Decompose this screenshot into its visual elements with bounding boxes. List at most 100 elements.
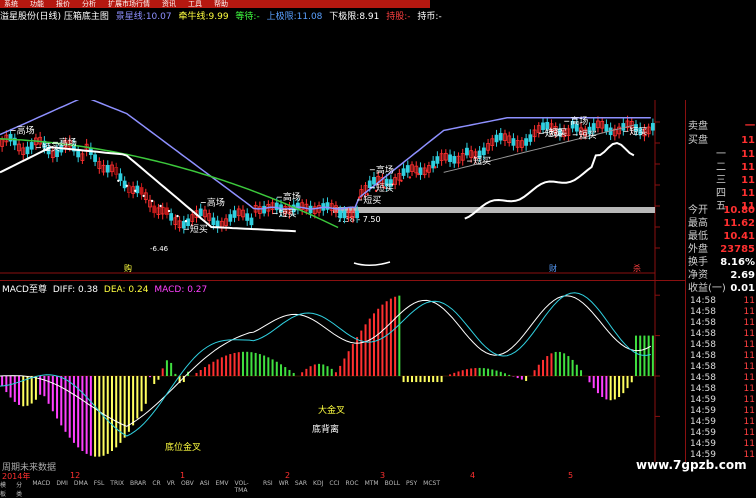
candle-body: [401, 168, 406, 176]
tick-value: 11: [743, 362, 755, 372]
candle-body: [494, 134, 499, 143]
bottom-mark-2: 杀: [633, 263, 641, 273]
macd-label: MACD: 0.27: [154, 285, 208, 295]
indicator-tab-7[interactable]: BRAR: [130, 480, 146, 487]
month-label-2: 1: [180, 471, 186, 480]
tick-time: 14:59: [690, 439, 716, 449]
candle-body: [25, 146, 30, 155]
trail-dot: [184, 219, 188, 223]
stat-label: 换手: [688, 257, 708, 268]
trail-dot: [400, 179, 403, 182]
trail-dot: [134, 189, 137, 193]
indicator-tab-23[interactable]: MCST: [423, 480, 440, 487]
candlestick-chart[interactable]: 9.509.008.508.007.507.006.507.38 - 7.50-…: [0, 100, 660, 280]
candle-body: [169, 213, 174, 221]
indicator-tab-22[interactable]: PSY: [406, 480, 417, 487]
indicator-tab-11[interactable]: ASI: [200, 480, 210, 487]
indicator-tab-4[interactable]: DMA: [74, 480, 88, 487]
tick-time: 14:58: [690, 318, 716, 328]
stat-label: 外盘: [688, 244, 708, 255]
month-label-4: 3: [380, 471, 386, 480]
month-label-6: 5: [568, 471, 574, 480]
menu-item-1[interactable]: 功能: [30, 0, 44, 8]
indicator-tab-5[interactable]: FSL: [94, 480, 105, 487]
candle-body: [338, 210, 343, 219]
candle-body: [249, 217, 254, 226]
annotation-2: 短买: [42, 142, 60, 154]
indicator-tab-17[interactable]: KDJ: [313, 480, 323, 487]
watermark: www.7gpzb.com: [636, 458, 747, 472]
indicator-tab-18[interactable]: CCI: [329, 480, 339, 487]
macd-annotation-0: 大金叉: [318, 404, 345, 416]
menu-item-7[interactable]: 帮助: [214, 0, 228, 8]
annotation-15: 短买: [629, 125, 647, 137]
level-label: 四: [716, 188, 726, 199]
stat-label: 最高: [688, 218, 708, 229]
macd-annotation-1: 底位金叉: [165, 441, 201, 453]
indicator-tab-16[interactable]: SAR: [295, 480, 307, 487]
indicator-tab-6[interactable]: TRIX: [110, 480, 124, 487]
indicator-tab-15[interactable]: WR: [279, 480, 289, 487]
tick-value: 11: [743, 340, 755, 350]
indicator-tab-1[interactable]: 分类: [16, 480, 26, 498]
macd-header: MACD至尊 DIFF: 0.38 DEA: 0.24 MACD: 0.27: [2, 282, 207, 295]
candle-body: [105, 164, 110, 173]
indicator-tab-13[interactable]: VOL-TMA: [235, 480, 257, 494]
stat-value: 10.80: [723, 205, 755, 216]
level-value: 11: [741, 188, 755, 199]
indicator-tabs: 模板 分类 MACD DMI DMA FSL TRIX BRAR CR VR OBV ASI EMV VO…: [0, 480, 440, 498]
candle-body: [29, 142, 34, 150]
bottom-mark-0: 购: [124, 263, 132, 273]
tick-time: 14:58: [690, 362, 716, 372]
annotation-5: 高场: [283, 191, 301, 203]
menu-item-2[interactable]: 报价: [56, 0, 70, 8]
tick-value: 11: [743, 318, 755, 328]
tick-value: 11: [743, 395, 755, 405]
macd-chart[interactable]: 0.400.200.00-0.20大金叉底位金叉底背离: [0, 280, 660, 462]
candle-body: [452, 156, 457, 164]
bottom-mark-1: 财: [549, 263, 557, 273]
menu-item-0[interactable]: 系统: [4, 0, 18, 8]
indicator-tab-9[interactable]: VR: [167, 480, 175, 487]
buy-label: 买盘: [688, 135, 708, 146]
tick-value: 11: [743, 307, 755, 317]
hold-value: -: [407, 12, 411, 22]
tick-value: 11: [743, 351, 755, 361]
indicator-tab-8[interactable]: CR: [152, 480, 160, 487]
menu-item-3[interactable]: 分析: [82, 0, 96, 8]
stat-row-0: 今开 10.80: [686, 204, 756, 217]
annotation-7: 短买: [363, 194, 381, 206]
menu-item-4[interactable]: 扩展市场行情: [108, 0, 150, 8]
indicator-tab-20[interactable]: MTM: [365, 480, 379, 487]
indicator-tab-12[interactable]: EMV: [215, 480, 228, 487]
tick-time: 14:59: [690, 428, 716, 438]
candle-body: [211, 217, 216, 226]
candle-body: [604, 124, 609, 132]
tick-time: 14:59: [690, 395, 716, 405]
candle-body: [355, 210, 359, 219]
indicator-tab-0[interactable]: 模板: [0, 480, 10, 498]
indicator-tab-10[interactable]: OBV: [181, 480, 194, 487]
indicator-tab-2[interactable]: MACD: [32, 480, 50, 487]
candle-body: [152, 205, 157, 214]
trail-dot: [417, 172, 420, 176]
indicator-tab-21[interactable]: BOLL: [385, 480, 400, 487]
indicator-tab-14[interactable]: RSI: [263, 480, 273, 487]
macd-title: MACD至尊: [2, 285, 47, 295]
tick-row-7: 14:58 11: [686, 373, 756, 384]
month-label-1: 12: [70, 471, 81, 480]
annotation-0: 高场: [17, 125, 35, 137]
level-row-3: 四 11: [686, 187, 756, 200]
sell-row: 卖盘 一: [686, 120, 756, 133]
stat-label: 最低: [688, 231, 708, 242]
annotation-14: 短买: [549, 127, 567, 139]
candle-body: [448, 154, 452, 162]
tick-time: 14:58: [690, 384, 716, 394]
bollinger-upper-line: [0, 100, 651, 210]
indicator-tab-19[interactable]: ROC: [346, 480, 359, 487]
menu-item-5[interactable]: 资讯: [162, 0, 176, 8]
annotation-11: 高场: [570, 115, 588, 127]
menu-item-6[interactable]: 工具: [188, 0, 202, 8]
indicator-tab-3[interactable]: DMI: [56, 480, 68, 487]
stat-value: 2.69: [730, 270, 755, 281]
